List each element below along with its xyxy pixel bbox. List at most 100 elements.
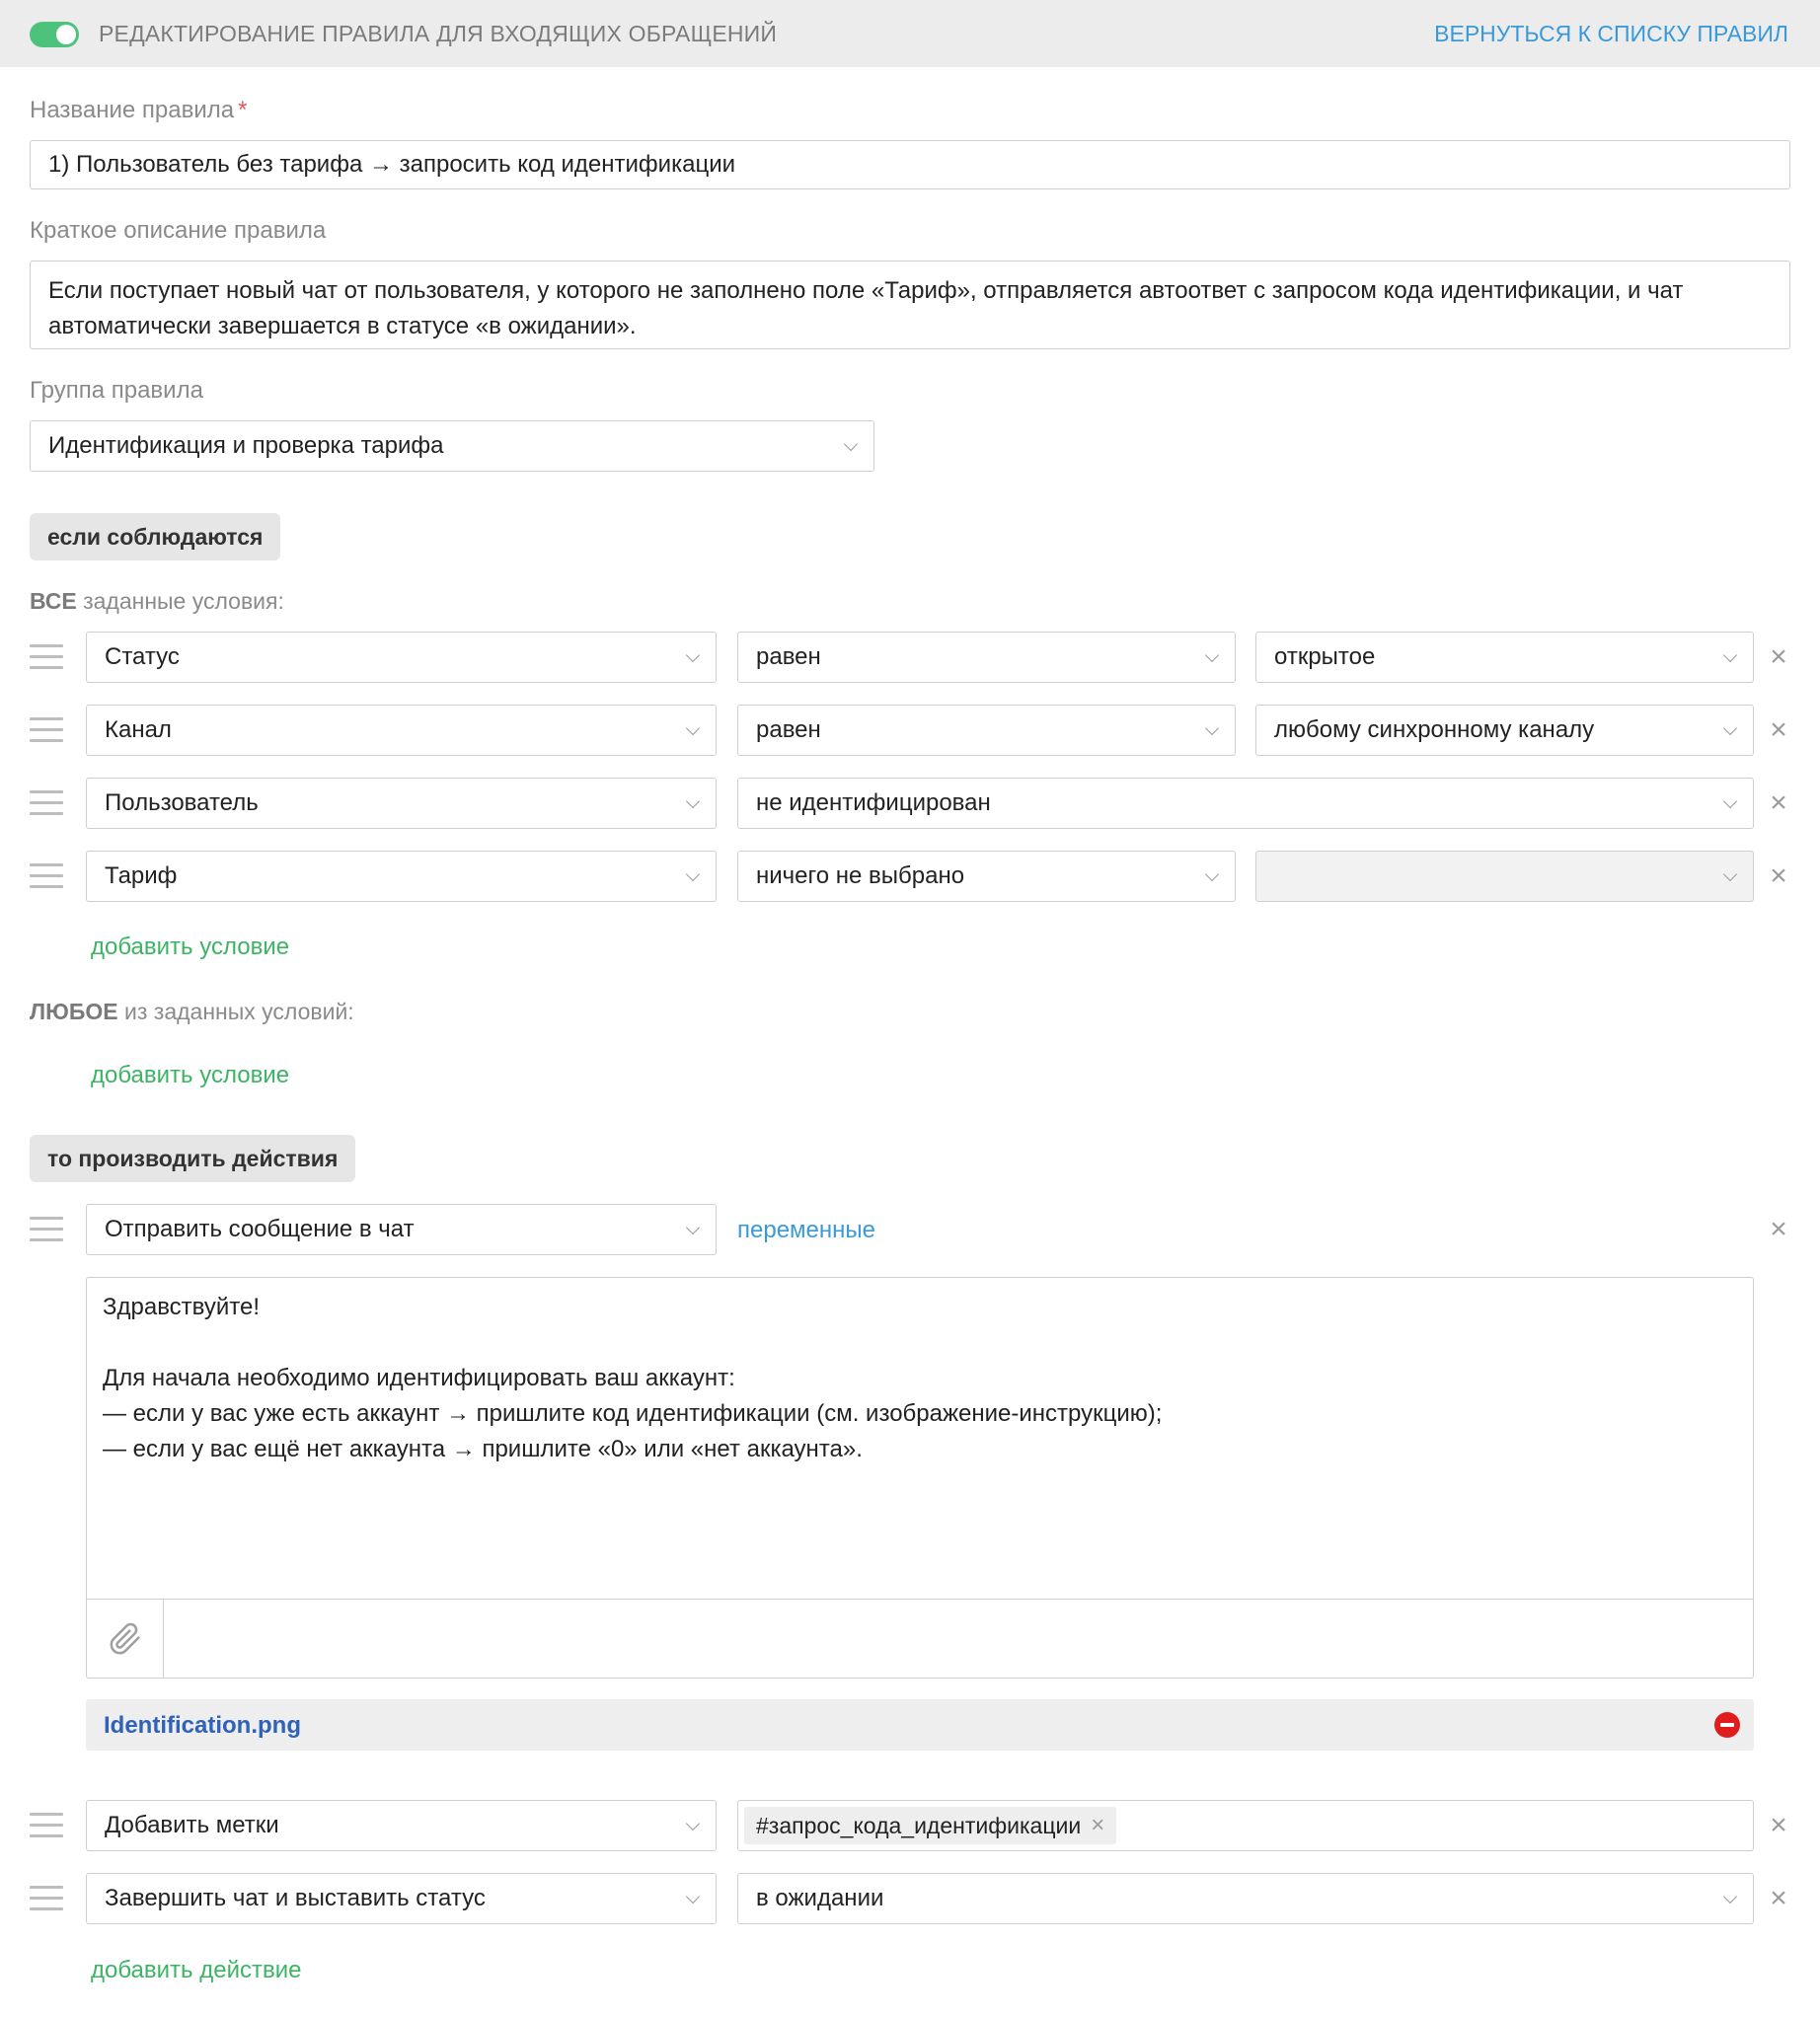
condition-field-value: Пользователь <box>105 789 259 816</box>
rule-group-select[interactable]: Идентификация и проверка тарифа <box>30 420 874 472</box>
drag-handle-icon[interactable] <box>30 1886 63 1911</box>
rule-name-label-text: Название правила <box>30 97 235 123</box>
required-mark: * <box>238 97 248 123</box>
tags-input[interactable]: #запрос_кода_идентификации × <box>737 1800 1754 1851</box>
condition-value-select[interactable] <box>1255 851 1754 902</box>
toggle-knob <box>56 25 76 44</box>
message-line: Для начала необходимо идентифицировать в… <box>103 1365 735 1391</box>
minus-circle-icon[interactable] <box>1714 1712 1740 1738</box>
any-conditions-label: ЛЮБОЕ из заданных условий: <box>30 999 354 1025</box>
chevron-down-icon <box>1722 1889 1738 1905</box>
message-line: — если у вас уже есть аккаунт → пришлите… <box>103 1400 1163 1427</box>
chevron-down-icon <box>1722 866 1738 882</box>
chevron-down-icon <box>1204 866 1220 882</box>
condition-field-select[interactable]: Пользователь <box>86 778 717 829</box>
attach-file-button[interactable] <box>87 1600 164 1678</box>
message-line: — если у вас ещё нет аккаунта → пришлите… <box>103 1436 863 1462</box>
add-any-condition-link[interactable]: добавить условие <box>91 1062 289 1089</box>
drag-handle-icon[interactable] <box>30 1813 63 1838</box>
editor-toolbar <box>87 1599 1753 1678</box>
tag-chip: #запрос_кода_идентификации × <box>744 1807 1117 1844</box>
condition-field-value: Тариф <box>105 862 178 889</box>
all-conditions-rest: заданные условия: <box>76 588 284 614</box>
close-icon[interactable]: × <box>1766 1884 1791 1913</box>
paperclip-icon <box>110 1622 140 1654</box>
condition-operator-select[interactable]: не идентифицирован <box>737 778 1754 829</box>
condition-field-select[interactable]: Тариф <box>86 851 717 902</box>
chevron-down-icon <box>1722 647 1738 663</box>
rule-description-label: Краткое описание правила <box>30 217 327 244</box>
condition-value-select[interactable]: любому синхронному каналу <box>1255 705 1754 756</box>
page-header: РЕДАКТИРОВАНИЕ ПРАВИЛА ДЛЯ ВХОДЯЩИХ ОБРА… <box>0 0 1820 67</box>
condition-field-value: Статус <box>105 643 180 670</box>
close-icon[interactable]: × <box>1766 1215 1791 1244</box>
rule-enabled-toggle[interactable] <box>30 22 79 47</box>
message-text[interactable]: Здравствуйте! Для начала необходимо иден… <box>103 1290 1737 1467</box>
drag-handle-icon[interactable] <box>30 863 63 889</box>
action-type-value: Завершить чат и выставить статус <box>105 1885 486 1911</box>
add-all-condition-link[interactable]: добавить условие <box>91 934 289 961</box>
chevron-down-icon <box>1722 720 1738 736</box>
condition-field-select[interactable]: Канал <box>86 705 717 756</box>
variables-link[interactable]: переменные <box>737 1217 875 1244</box>
rule-name-label: Название правила * <box>30 97 247 124</box>
rule-group-value: Идентификация и проверка тарифа <box>48 432 444 459</box>
close-icon[interactable]: × <box>1766 715 1791 745</box>
chevron-down-icon <box>1204 647 1220 663</box>
close-status-select[interactable]: в ожидании <box>737 1873 1754 1924</box>
condition-operator-value: не идентифицирован <box>756 789 991 816</box>
condition-operator-select[interactable]: ничего не выбрано <box>737 851 1236 902</box>
chevron-down-icon <box>685 1220 701 1235</box>
chevron-down-icon <box>1722 793 1738 809</box>
all-conditions-keyword: ВСЕ <box>30 588 77 614</box>
close-status-value: в ожидании <box>756 1885 884 1911</box>
attachment-file-link[interactable]: Identification.png <box>104 1712 301 1740</box>
drag-handle-icon[interactable] <box>30 790 63 816</box>
rule-group-label: Группа правила <box>30 377 203 404</box>
message-editor[interactable]: Здравствуйте! Для начала необходимо иден… <box>86 1277 1754 1679</box>
action-type-value: Отправить сообщение в чат <box>105 1216 415 1242</box>
condition-value-text: открытое <box>1274 643 1376 670</box>
condition-operator-select[interactable]: равен <box>737 632 1236 683</box>
chevron-down-icon <box>685 1889 701 1905</box>
chevron-down-icon <box>685 647 701 663</box>
add-action-link[interactable]: добавить действие <box>91 1957 301 1984</box>
close-icon[interactable]: × <box>1766 861 1791 891</box>
condition-operator-value: равен <box>756 643 821 670</box>
close-icon[interactable]: × <box>1766 1811 1791 1840</box>
chevron-down-icon <box>685 720 701 736</box>
condition-value-text: любому синхронному каналу <box>1274 716 1595 743</box>
chevron-down-icon <box>843 436 859 452</box>
rule-description-textarea[interactable]: Если поступает новый чат от пользователя… <box>30 261 1790 349</box>
remove-tag-icon[interactable]: × <box>1091 1812 1104 1839</box>
condition-operator-select[interactable]: равен <box>737 705 1236 756</box>
then-section-label: то производить действия <box>30 1135 356 1182</box>
close-icon[interactable]: × <box>1766 642 1791 672</box>
chevron-down-icon <box>1204 720 1220 736</box>
action-type-select[interactable]: Добавить метки <box>86 1800 717 1851</box>
attachment-row: Identification.png <box>86 1699 1754 1751</box>
close-icon[interactable]: × <box>1766 788 1791 818</box>
condition-operator-value: ничего не выбрано <box>756 862 965 889</box>
action-type-value: Добавить метки <box>105 1812 279 1838</box>
condition-operator-value: равен <box>756 716 821 743</box>
back-to-rules-link[interactable]: ВЕРНУТЬСЯ К СПИСКУ ПРАВИЛ <box>1434 21 1788 47</box>
any-conditions-keyword: ЛЮБОЕ <box>30 999 118 1024</box>
chevron-down-icon <box>685 866 701 882</box>
condition-field-select[interactable]: Статус <box>86 632 717 683</box>
drag-handle-icon[interactable] <box>30 1217 63 1242</box>
rule-name-input[interactable]: 1) Пользователь без тарифа → запросить к… <box>30 140 1790 189</box>
action-type-select[interactable]: Завершить чат и выставить статус <box>86 1873 717 1924</box>
message-line <box>103 1325 1737 1361</box>
condition-field-value: Канал <box>105 716 172 743</box>
drag-handle-icon[interactable] <box>30 717 63 743</box>
chevron-down-icon <box>685 793 701 809</box>
any-conditions-rest: из заданных условий: <box>117 999 354 1024</box>
if-section-label: если соблюдаются <box>30 513 281 560</box>
action-type-select[interactable]: Отправить сообщение в чат <box>86 1204 717 1255</box>
condition-value-select[interactable]: открытое <box>1255 632 1754 683</box>
drag-handle-icon[interactable] <box>30 644 63 670</box>
message-line: Здравствуйте! <box>103 1294 261 1320</box>
tag-chip-label: #запрос_кода_идентификации <box>756 1812 1082 1838</box>
chevron-down-icon <box>685 1816 701 1831</box>
